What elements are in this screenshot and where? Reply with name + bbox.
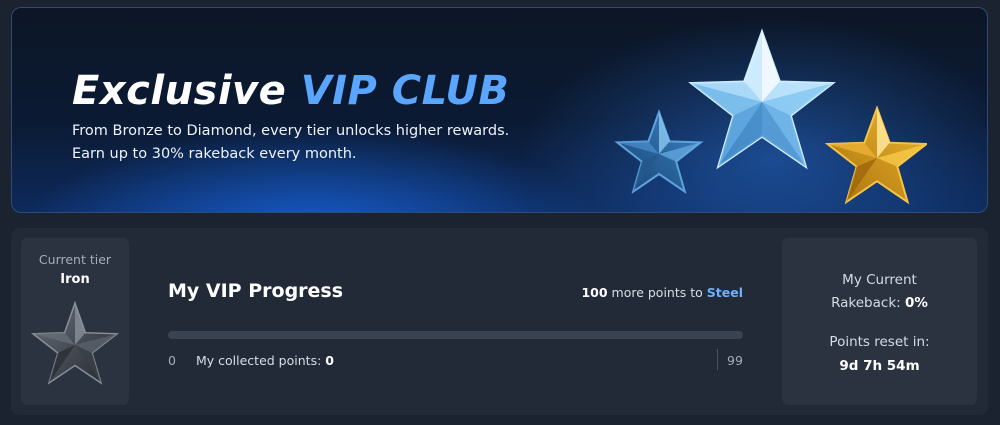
banner-title: Exclusive VIP CLUB — [72, 67, 509, 115]
points-needed-text: more points to — [611, 285, 703, 300]
banner-title-vip-club: VIP CLUB — [300, 68, 510, 114]
current-tier-name: Iron — [60, 272, 90, 287]
vip-banner: Exclusive VIP CLUB From Bronze to Diamon… — [11, 7, 988, 213]
gold-star-icon — [824, 105, 927, 205]
big-diamond-star-icon — [688, 28, 836, 170]
collected-points-label: My collected points: — [196, 353, 322, 368]
banner-subtitle-1: From Bronze to Diamond, every tier unloc… — [72, 123, 510, 139]
points-to-next-tier: 100 more points to Steel — [581, 285, 743, 300]
points-reset-countdown: 9d 7h 54m — [839, 358, 920, 374]
next-tier-name: Steel — [706, 285, 743, 300]
current-tier-label: Current tier — [38, 252, 112, 267]
current-tier-panel: Current tier Iron — [21, 238, 129, 405]
points-reset-label: Points reset in: — [829, 334, 930, 350]
vip-progress-title: My VIP Progress — [168, 280, 344, 302]
iron-star-icon — [30, 300, 120, 385]
collected-points-value: 0 — [325, 353, 334, 368]
collected-points: My collected points: 0 — [196, 353, 334, 368]
progress-min-value: 0 — [168, 353, 176, 368]
points-needed-value: 100 — [581, 285, 608, 300]
rakeback-label: Rakeback: — [831, 295, 901, 311]
banner-subtitle-2: Earn up to 30% rakeback every month. — [72, 146, 357, 162]
progress-max-divider — [717, 349, 718, 370]
banner-title-exclusive: Exclusive — [72, 68, 287, 114]
rakeback-line2: Rakeback: 0% — [782, 295, 977, 311]
rakeback-value: 0% — [905, 295, 928, 311]
rakeback-label-line1: My Current — [842, 272, 917, 288]
rakeback-panel: My Current Rakeback: 0% Points reset in:… — [782, 238, 977, 405]
vip-progress-card: Current tier Iron My VIP Progress 100 mo… — [11, 228, 988, 415]
vip-progress-bar — [168, 331, 743, 339]
vip-stars-illustration — [614, 28, 927, 205]
progress-max-value: 99 — [727, 353, 743, 368]
small-blue-star-icon — [614, 109, 704, 194]
